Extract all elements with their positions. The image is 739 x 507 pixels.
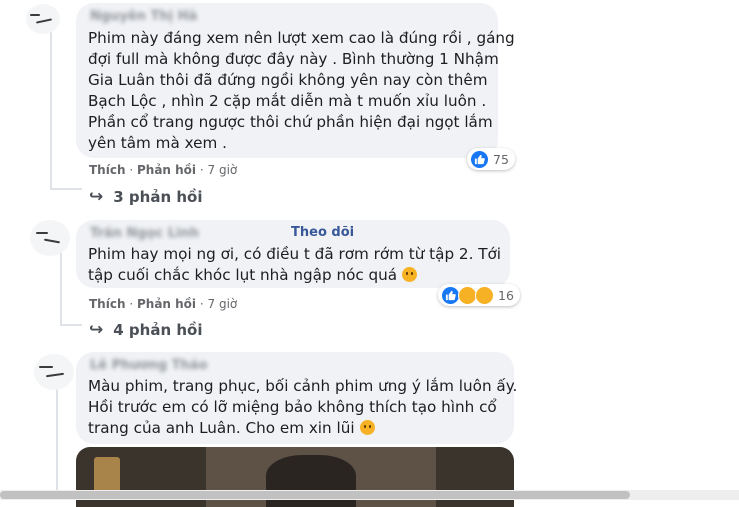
comment-line: Màu phim, trang phục, bối cảnh phim ưng …: [88, 377, 518, 395]
thread-line-3: [56, 388, 58, 490]
comment-bubble: Lê Phương Thảo Màu phim, trang phục, bối…: [76, 352, 518, 444]
comment-actions: Thích · Phản hồi · 7 giờ: [89, 163, 237, 177]
thread-line-1-branch: [50, 188, 82, 190]
replies-count-label: 4 phản hồi: [113, 321, 203, 339]
replies-count-label: 3 phản hồi: [113, 188, 203, 206]
comment-line-wrapper: trang của anh Luân. Cho em xin lũi: [88, 418, 375, 439]
comment-line: Bạch Lộc , nhìn 2 cặp mắt diễn mà t muốn…: [88, 92, 487, 110]
comment-line: Hồi trước em có lỡ miệng bảo không thích…: [88, 398, 497, 416]
comment-actions: Thích · Phản hồi · 7 giờ: [89, 297, 237, 311]
separator: ·: [129, 163, 134, 177]
view-replies-link[interactable]: ↪ 4 phản hồi: [89, 320, 202, 340]
reply-button[interactable]: Phản hồi: [137, 297, 196, 311]
commenter-name[interactable]: Trần Ngọc Linh: [90, 226, 199, 241]
separator: ·: [129, 297, 134, 311]
separator: ·: [199, 163, 204, 177]
thread-line-2: [60, 248, 62, 326]
comment-time[interactable]: 7 giờ: [208, 297, 238, 311]
comment-line: trang của anh Luân. Cho em xin lũi: [88, 419, 355, 437]
reaction-summary[interactable]: 75: [467, 148, 515, 170]
reply-arrow-icon: ↪: [89, 320, 104, 340]
horizontal-scrollbar[interactable]: [0, 490, 739, 500]
sad-reaction-icon: [475, 285, 494, 305]
comment-line: tập cuối chắc khóc lụt nhà ngập nóc quá: [88, 266, 398, 284]
comment-line: Phim hay mọi ng ơi, có điều t đã rơm rớm…: [88, 245, 502, 263]
thread-line-2-branch: [60, 324, 82, 326]
comment-line: yên tâm mà xem .: [88, 134, 227, 152]
like-reaction-icon: [470, 149, 489, 169]
sad-emoji-icon: [402, 267, 418, 282]
avatar[interactable]: [34, 354, 74, 390]
commenter-name[interactable]: Lê Phương Thảo: [90, 358, 208, 373]
reply-arrow-icon: ↪: [89, 187, 104, 207]
reaction-summary[interactable]: 16: [438, 284, 520, 306]
comment-line-wrapper: tập cuối chắc khóc lụt nhà ngập nóc quá: [88, 265, 418, 286]
like-button[interactable]: Thích: [89, 297, 126, 311]
follow-button[interactable]: Theo dõi: [291, 225, 354, 240]
view-replies-link[interactable]: ↪ 3 phản hồi: [89, 187, 202, 207]
comment-bubble: Nguyễn Thị Hà Phim này đáng xem nên lượt…: [76, 3, 515, 158]
commenter-name[interactable]: Nguyễn Thị Hà: [90, 9, 197, 24]
separator: ·: [199, 297, 204, 311]
scrollbar-thumb[interactable]: [0, 491, 630, 499]
thread-line-1: [50, 30, 52, 190]
avatar[interactable]: [26, 4, 60, 34]
comment-bubble: Trần Ngọc Linh Theo dõi Phim hay mọi ng …: [76, 220, 510, 288]
comment-line: đợi full mà không được đây này . Bình th…: [88, 50, 499, 68]
comment-time[interactable]: 7 giờ: [208, 163, 238, 177]
comment-line: Gia Luân thôi đã đứng ngồi không yên nay…: [88, 71, 488, 89]
crying-emoji-icon: [359, 420, 375, 435]
avatar[interactable]: [30, 220, 70, 256]
reply-button[interactable]: Phản hồi: [137, 163, 196, 177]
comment-line: Phim này đáng xem nên lượt xem cao là đú…: [88, 29, 515, 47]
reaction-count: 75: [493, 151, 509, 167]
reaction-count: 16: [498, 287, 514, 303]
like-button[interactable]: Thích: [89, 163, 126, 177]
comment-line: Phần cổ trang ngược thôi chứ phần hiện đ…: [88, 113, 493, 131]
